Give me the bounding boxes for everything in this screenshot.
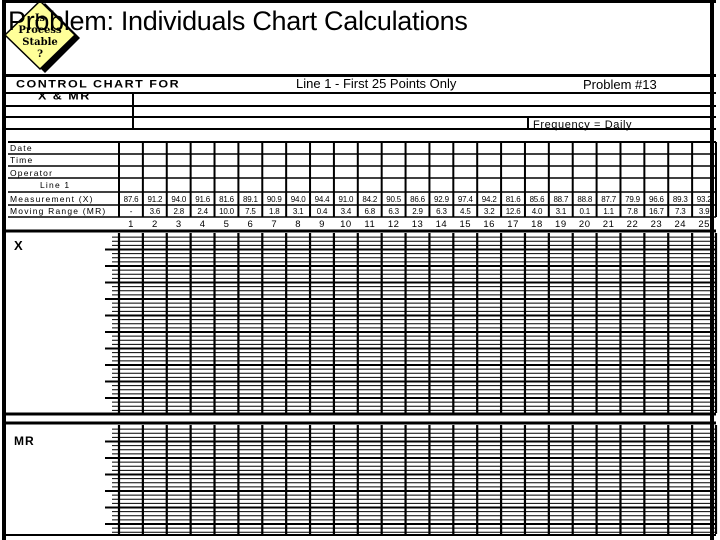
measurement-cell: 88.8 (577, 195, 593, 204)
measurement-cell: 90.9 (266, 195, 282, 204)
measurement-cell: 93.2 (696, 195, 712, 204)
moving-range-cell: - (129, 207, 133, 216)
sample-number: 13 (411, 219, 424, 230)
measurement-cell: 88.7 (553, 195, 569, 204)
sample-number: 14 (435, 219, 448, 230)
measurement-cell: 86.6 (410, 195, 425, 204)
moving-range-cell: 3.1 (292, 207, 304, 216)
moving-range-cell: 7.5 (245, 207, 256, 216)
sample-number: 17 (507, 219, 519, 230)
mr-chart-label: MR (14, 434, 35, 448)
sample-number: 8 (295, 219, 302, 230)
sample-number: 21 (602, 219, 615, 230)
measurement-cell: 94.4 (314, 195, 330, 204)
measurement-cell: 84.2 (362, 195, 378, 204)
sample-number: 23 (650, 219, 663, 230)
sample-number: 16 (483, 219, 495, 230)
measurement-cell: 94.2 (481, 195, 497, 204)
moving-range-cell: 3.9 (698, 207, 710, 216)
measurement-cell: 91.0 (338, 195, 354, 204)
measurement-cell: 92.9 (434, 195, 449, 204)
moving-range-cell: 6.3 (388, 207, 399, 216)
sample-number: 24 (674, 219, 687, 230)
moving-range-cell: 3.6 (149, 207, 161, 216)
measurement-cell: 81.6 (219, 195, 234, 204)
moving-range-cell: 7.3 (674, 207, 686, 216)
sample-number: 5 (223, 219, 230, 230)
measurement-cell: 85.6 (529, 195, 545, 204)
sample-number: 22 (626, 219, 639, 230)
sample-number: 3 (175, 219, 182, 230)
moving-range-cell: 10.0 (219, 207, 234, 216)
measurement-cell: 87.7 (601, 195, 616, 204)
moving-range-cell: 7.8 (627, 207, 638, 216)
measurement-cell: 94.0 (171, 195, 187, 204)
sample-number: 18 (531, 219, 543, 230)
sample-number: 19 (555, 219, 567, 230)
measurement-cell: 94.0 (290, 195, 306, 204)
measurement-cell: 89.1 (243, 195, 258, 204)
moving-range-cell: 3.1 (555, 207, 567, 216)
moving-range-cell: 4.5 (460, 207, 471, 216)
sample-number: 4 (199, 219, 206, 230)
moving-range-cell: 3.2 (483, 207, 495, 216)
moving-range-cell: 2.4 (197, 207, 208, 216)
sample-number: 9 (319, 219, 325, 230)
sample-number: 20 (578, 219, 591, 230)
sample-number: 2 (151, 219, 158, 230)
x-chart-label: X (14, 238, 23, 253)
sample-number: 1 (128, 219, 134, 230)
measurement-cell: 90.5 (386, 195, 402, 204)
moving-range-cell: 12.6 (505, 207, 521, 216)
sample-number: 10 (340, 219, 352, 230)
moving-range-cell: 2.9 (412, 207, 423, 216)
measurement-cell: 97.4 (457, 195, 473, 204)
sample-number: 25 (698, 219, 710, 230)
moving-range-cell: 0.4 (316, 207, 328, 216)
sample-number: 7 (271, 219, 278, 230)
moving-range-cell: 3.4 (340, 207, 352, 216)
sample-number: 11 (364, 219, 376, 230)
measurement-cell: 81.6 (505, 195, 521, 204)
measurement-cell: 79.9 (625, 195, 640, 204)
measurement-cell: 96.6 (648, 195, 664, 204)
moving-range-cell: 6.3 (436, 207, 447, 216)
measurement-cell: 91.2 (147, 195, 163, 204)
moving-range-cell: 1.8 (269, 207, 280, 216)
measurement-cell: 91.6 (195, 195, 211, 204)
moving-range-cell: 1.1 (603, 207, 614, 216)
control-chart-grid (4, 141, 718, 536)
moving-range-cell: 4.0 (531, 207, 543, 216)
sample-number: 12 (387, 219, 400, 230)
measurement-cell: 87.6 (123, 195, 139, 204)
sample-number: 6 (247, 219, 254, 230)
moving-range-cell: 16.7 (648, 207, 664, 216)
sample-number: 15 (459, 219, 472, 230)
moving-range-cell: 0.1 (579, 207, 590, 216)
moving-range-cell: 2.8 (173, 207, 185, 216)
moving-range-cell: 6.8 (364, 207, 376, 216)
measurement-cell: 89.3 (672, 195, 688, 204)
